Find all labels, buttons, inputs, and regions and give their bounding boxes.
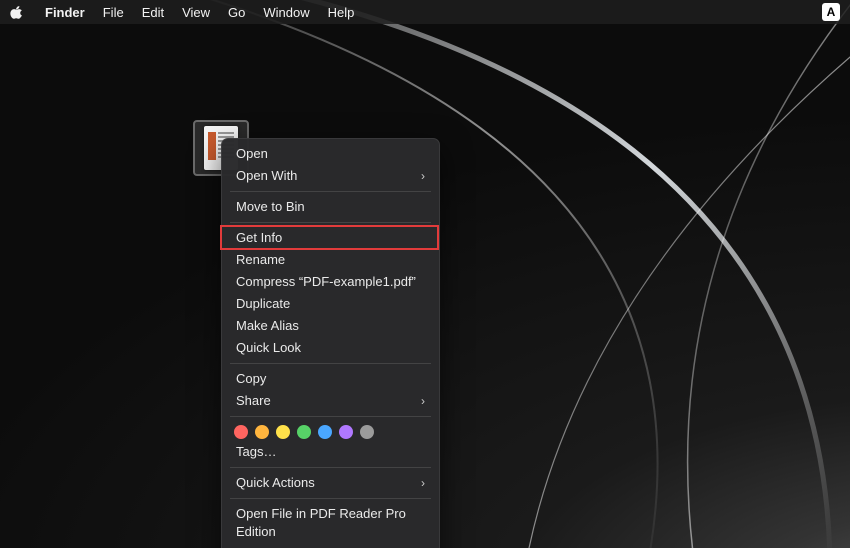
tag-color-row [222, 421, 439, 441]
chevron-right-icon: › [421, 167, 425, 185]
context-menu-item-label: Quick Look [236, 339, 301, 357]
context-menu: Open Open With › Move to Bin Get Info Rename C… [221, 138, 440, 548]
context-menu-item-label: Duplicate [236, 295, 290, 313]
tag-color-dot[interactable] [297, 425, 311, 439]
context-menu-item-label: Share [236, 392, 271, 410]
context-menu-item-label: Open [236, 145, 268, 163]
chevron-right-icon: › [421, 474, 425, 492]
context-menu-item[interactable]: Rename [222, 249, 439, 271]
context-menu-item-label: Quick Actions [236, 474, 315, 492]
tag-color-dot[interactable] [276, 425, 290, 439]
tag-color-dot[interactable] [255, 425, 269, 439]
tag-color-dot[interactable] [234, 425, 248, 439]
input-source-indicator[interactable]: A [822, 3, 840, 21]
context-menu-item-label: Open With [236, 167, 297, 185]
context-menu-item[interactable]: Open With › [222, 165, 439, 187]
context-menu-item[interactable]: Compress “PDF-example1.pdf” [222, 271, 439, 293]
tag-color-dot[interactable] [360, 425, 374, 439]
menubar-app-name[interactable]: Finder [36, 5, 94, 20]
context-menu-separator [230, 363, 431, 364]
context-menu-item[interactable]: Move to Bin [222, 196, 439, 218]
context-menu-item[interactable]: Get Info [222, 227, 439, 249]
context-menu-item[interactable]: Copy [222, 368, 439, 390]
context-menu-item-label: Move to Bin [236, 198, 305, 216]
context-menu-item-label: Copy [236, 370, 266, 388]
tag-color-dot[interactable] [318, 425, 332, 439]
context-menu-separator [230, 191, 431, 192]
chevron-right-icon: › [421, 392, 425, 410]
apple-menu-icon[interactable] [10, 5, 24, 19]
context-menu-item[interactable]: Share › [222, 390, 439, 412]
context-menu-item[interactable]: Open URL in PDF Reader Pro Edition [222, 543, 439, 548]
context-menu-separator [230, 416, 431, 417]
context-menu-item[interactable]: Make Alias [222, 315, 439, 337]
context-menu-separator [230, 222, 431, 223]
menubar-item-help[interactable]: Help [319, 5, 364, 20]
context-menu-item[interactable]: Open File in PDF Reader Pro Edition [222, 503, 439, 543]
context-menu-item-label: Rename [236, 251, 285, 269]
context-menu-item[interactable]: Quick Actions › [222, 472, 439, 494]
menubar: Finder File Edit View Go Window Help A [0, 0, 850, 24]
context-menu-item-label: Tags… [236, 443, 276, 461]
context-menu-item[interactable]: Quick Look [222, 337, 439, 359]
context-menu-separator [230, 498, 431, 499]
menubar-item-file[interactable]: File [94, 5, 133, 20]
menubar-item-edit[interactable]: Edit [133, 5, 173, 20]
context-menu-item-label: Open File in PDF Reader Pro Edition [236, 505, 425, 541]
context-menu-item[interactable]: Duplicate [222, 293, 439, 315]
context-menu-item[interactable]: Open [222, 143, 439, 165]
menubar-item-view[interactable]: View [173, 5, 219, 20]
tag-color-dot[interactable] [339, 425, 353, 439]
menubar-item-go[interactable]: Go [219, 5, 254, 20]
context-menu-separator [230, 467, 431, 468]
context-menu-item[interactable]: Tags… [222, 441, 439, 463]
menubar-item-window[interactable]: Window [254, 5, 318, 20]
context-menu-item-label: Make Alias [236, 317, 299, 335]
context-menu-item-label: Get Info [236, 229, 282, 247]
context-menu-item-label: Compress “PDF-example1.pdf” [236, 273, 416, 291]
